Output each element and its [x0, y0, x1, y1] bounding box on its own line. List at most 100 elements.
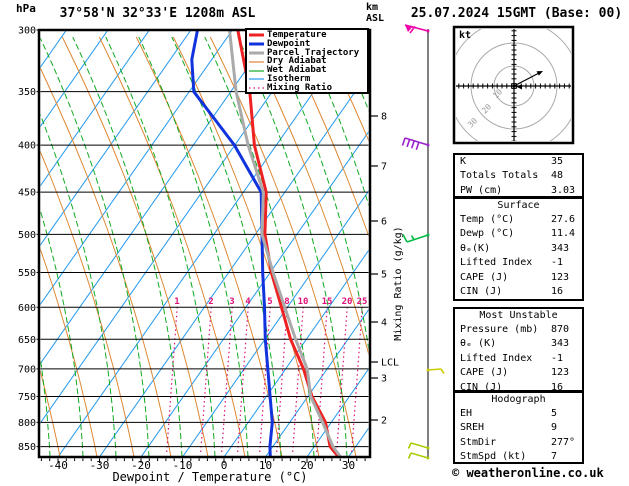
- pressure-tick-label: 500: [18, 230, 36, 241]
- row-label: Dewp (°C): [460, 228, 515, 240]
- hodograph-unit-label: kt: [459, 30, 471, 41]
- legend-line-sample: [249, 78, 264, 80]
- km-tick-label: 4: [381, 318, 387, 329]
- pressure-tick-label: 400: [18, 141, 36, 152]
- row-value: 277°: [551, 436, 576, 448]
- table-row: θₑ (K) 343: [455, 337, 582, 351]
- mixing-ratio-value: 5: [267, 297, 272, 307]
- row-label: SREH: [460, 422, 485, 434]
- wet-adiabat-line: [237, 36, 348, 456]
- km-tick-label: 7: [381, 162, 387, 173]
- table-row: Dewp (°C) 11.4: [455, 227, 582, 241]
- mixing-ratio-line: [166, 305, 178, 453]
- dry-adiabat-line: [98, 36, 246, 456]
- dry-adiabat-line: [320, 36, 369, 142]
- wind-barb-stubRight: [426, 368, 445, 374]
- row-value: 5: [551, 408, 558, 419]
- wet-adiabat-line: [336, 36, 369, 112]
- indices-box: K 35 Totals Totals 48 PW (cm) 3.03: [453, 153, 584, 198]
- row-value: 16: [551, 285, 564, 297]
- dry-adiabat-line: [283, 36, 369, 237]
- wet-adiabat-line: [40, 37, 150, 456]
- pressure-tick-label: 450: [18, 188, 36, 199]
- pressure-tick-label: 350: [18, 87, 36, 98]
- row-label: Lifted Index: [460, 257, 533, 269]
- pressure-tick-label: 800: [18, 418, 36, 429]
- wet-adiabat-line: [270, 36, 369, 351]
- dry-adiabat-line: [135, 36, 283, 456]
- dry-adiabat-line: [61, 36, 209, 456]
- mixing-ratio-value: 1: [174, 297, 179, 307]
- row-label: StmSpd (kt): [460, 451, 527, 463]
- table-row: Pressure (mb) 870: [455, 323, 582, 337]
- pressure-tick-label: 750: [18, 392, 36, 403]
- indices-box-title: Surface: [497, 200, 540, 211]
- mixing-ratio-line: [351, 305, 363, 453]
- row-label: Temp (°C): [460, 214, 515, 225]
- indices-box-most-unstable: Most Unstable Pressure (mb) 870 θₑ (K) 343 Li…: [453, 307, 584, 393]
- mixing-ratio-value: 10: [298, 297, 309, 307]
- row-value: -1: [551, 352, 564, 364]
- row-value: 123: [551, 367, 570, 379]
- row-label: EH: [460, 408, 473, 419]
- row-value: 48: [551, 170, 564, 182]
- row-value: 7: [551, 451, 558, 463]
- legend-line-sample: [249, 87, 264, 89]
- table-row: K 35: [455, 155, 582, 169]
- indices-box-hodograph: Hodograph EH 5 SREH 9 StmDir 277° StmSpd (kt) 7: [453, 391, 584, 464]
- wet-adiabat-line: [40, 209, 84, 456]
- wind-barb-barb15: [402, 233, 430, 243]
- isotherm-line: [40, 31, 108, 128]
- wind-barb-flag50: [404, 24, 430, 34]
- dry-adiabat-line: [209, 36, 357, 456]
- wet-adiabat-line: [0, 37, 17, 457]
- wind-barb-stub5: [407, 452, 430, 460]
- pressure-tick-label: 600: [18, 303, 36, 314]
- mixing-ratio-value: 2: [208, 297, 213, 307]
- series-temperature: [236, 31, 340, 456]
- isotherm-line: [182, 190, 369, 456]
- wet-adiabat-line: [303, 36, 369, 207]
- km-tick-label: 6: [381, 217, 387, 228]
- row-label: K: [460, 156, 467, 167]
- table-row: PW (cm) 3.03: [455, 184, 582, 198]
- table-row: CAPE (J) 123: [455, 366, 582, 380]
- row-value: 343: [551, 338, 570, 350]
- row-label: Lifted Index: [460, 352, 533, 364]
- mixing-ratio-value: 25: [357, 297, 368, 307]
- skewt-sounding-page: { "header": { "pressure_unit": "hPa", "t…: [0, 0, 629, 486]
- mixing-ratio-value: 3: [229, 297, 234, 307]
- table-row: SREH 9: [455, 421, 582, 435]
- legend-item: Mixing Ratio: [249, 82, 367, 93]
- series-parcel-trajectory: [228, 31, 342, 456]
- row-value: 343: [551, 242, 570, 254]
- row-value: 27.6: [551, 214, 576, 225]
- row-label: CAPE (J): [460, 367, 509, 379]
- pressure-tick-label: 650: [18, 335, 36, 346]
- pressure-tick-label: 700: [18, 364, 36, 375]
- table-row: Totals Totals 48: [455, 169, 582, 183]
- table-row: EH 5: [455, 407, 582, 421]
- indices-box-surface: Surface Temp (°C) 27.6 Dewp (°C) 11.4 θₑ(K) 34…: [453, 197, 584, 301]
- table-row: Temp (°C) 27.6: [455, 213, 582, 227]
- row-value: 11.4: [551, 228, 576, 240]
- row-label: CAPE (J): [460, 271, 509, 283]
- row-label: Totals Totals: [460, 170, 539, 182]
- pressure-tick-label: 300: [18, 26, 36, 37]
- km-tick-label: 8: [381, 112, 387, 123]
- mixing-ratio-value: 15: [322, 297, 333, 307]
- row-value: 123: [551, 271, 570, 283]
- legend-item-label: Mixing Ratio: [267, 82, 333, 93]
- legend-line-sample: [249, 69, 264, 72]
- row-value: 9: [551, 422, 558, 434]
- legend-line-sample: [249, 33, 264, 37]
- table-row: θₑ(K) 343: [455, 242, 582, 256]
- row-label: Pressure (mb): [460, 324, 539, 335]
- dry-adiabat-line: [40, 248, 98, 456]
- km-tick-label: 5: [381, 270, 387, 281]
- row-value: 35: [551, 156, 564, 167]
- row-label: θₑ(K): [460, 242, 491, 254]
- wind-barb-stub5: [407, 442, 430, 450]
- row-label: θₑ (K): [460, 338, 497, 350]
- table-row: Lifted Index -1: [455, 352, 582, 366]
